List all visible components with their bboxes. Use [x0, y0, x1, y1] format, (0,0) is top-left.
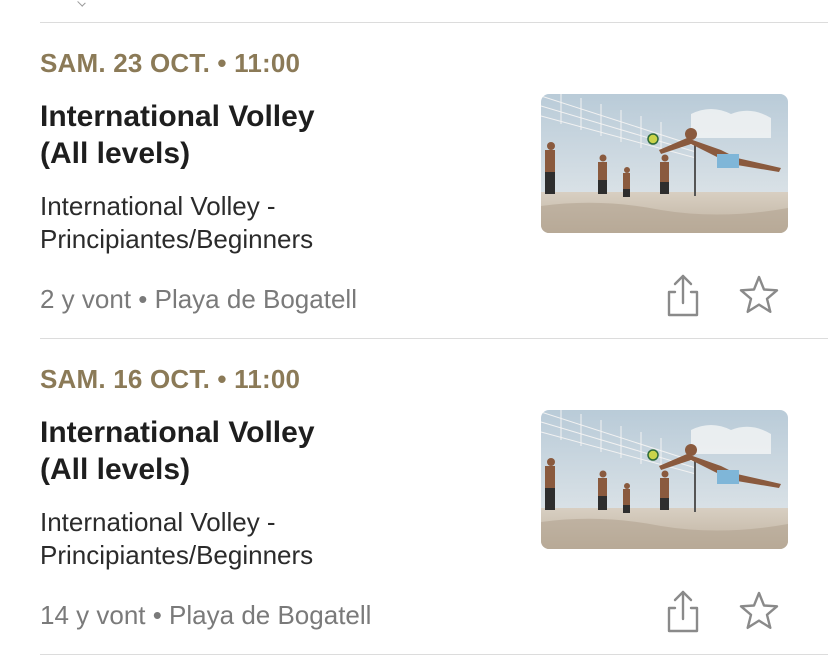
- previous-item-remnant: [0, 0, 828, 22]
- event-date: SAM. 23 OCT. • 11:00: [40, 48, 301, 78]
- event-description: International Volley - Principiantes/Beg…: [40, 506, 440, 572]
- beach-volleyball-photo: [541, 94, 788, 233]
- share-icon: [667, 590, 699, 633]
- event-description-line: Principiantes/Beginners: [40, 224, 314, 254]
- event-date: SAM. 16 OCT. • 11:00: [40, 364, 301, 394]
- event-card[interactable]: SAM. 16 OCT. • 11:00 International Volle…: [0, 338, 828, 654]
- star-icon: [739, 591, 779, 629]
- chevron-fragment-icon: [77, 0, 86, 7]
- event-card[interactable]: SAM. 23 OCT. • 11:00 International Volle…: [0, 22, 828, 338]
- event-meta: 2 y vont • Playa de Bogatell: [40, 284, 357, 314]
- star-icon: [739, 275, 779, 313]
- event-description: International Volley - Principiantes/Beg…: [40, 190, 440, 256]
- event-title[interactable]: International Volley (All levels): [40, 98, 400, 172]
- event-meta: 14 y vont • Playa de Bogatell: [40, 600, 372, 630]
- share-button[interactable]: [660, 270, 706, 320]
- favorite-button[interactable]: [736, 272, 782, 318]
- event-description-line: International Volley -: [40, 507, 276, 537]
- event-thumbnail[interactable]: [541, 410, 788, 549]
- share-button[interactable]: [660, 586, 706, 636]
- divider: [40, 654, 828, 655]
- event-thumbnail[interactable]: [541, 94, 788, 233]
- favorite-button[interactable]: [736, 588, 782, 634]
- event-title-line: (All levels): [40, 453, 191, 486]
- beach-volleyball-photo: [541, 410, 788, 549]
- event-title-line: International Volley: [40, 100, 315, 133]
- event-description-line: Principiantes/Beginners: [40, 540, 314, 570]
- event-title-line: International Volley: [40, 416, 315, 449]
- event-description-line: International Volley -: [40, 191, 276, 221]
- event-title-line: (All levels): [40, 137, 191, 170]
- share-icon: [667, 274, 699, 317]
- event-title[interactable]: International Volley (All levels): [40, 414, 400, 488]
